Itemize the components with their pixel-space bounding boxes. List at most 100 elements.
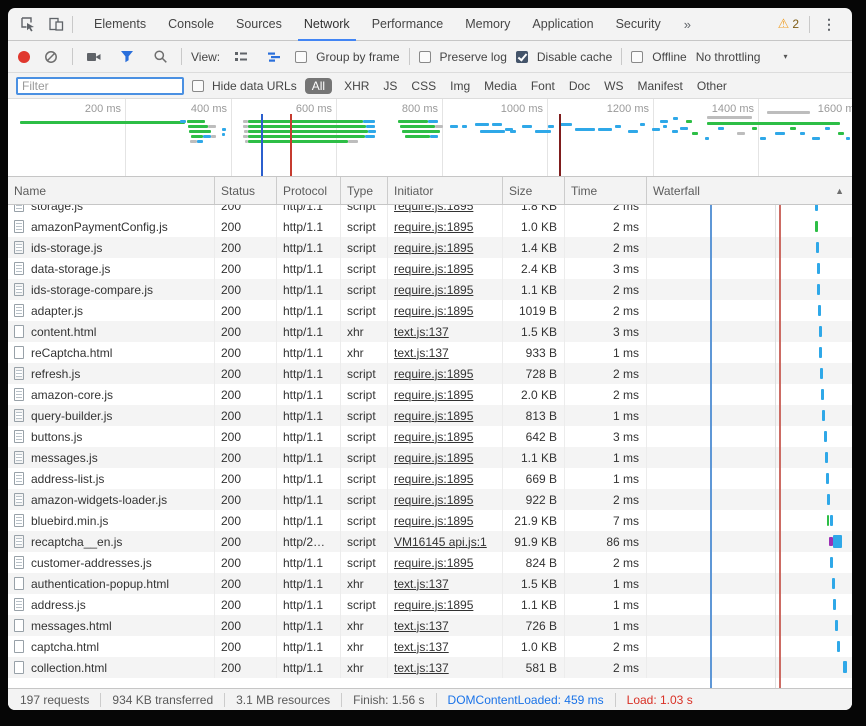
initiator-link[interactable]: require.js:1895 bbox=[394, 451, 473, 465]
initiator-link[interactable]: require.js:1895 bbox=[394, 367, 473, 381]
inspect-element-icon[interactable] bbox=[16, 13, 40, 35]
table-row[interactable]: amazonPaymentConfig.js200http/1.1scriptr… bbox=[8, 216, 852, 237]
table-row[interactable]: messages.html200http/1.1xhrtext.js:13772… bbox=[8, 615, 852, 636]
table-row[interactable]: data-storage.js200http/1.1scriptrequire.… bbox=[8, 258, 852, 279]
table-row[interactable]: ids-storage.js200http/1.1scriptrequire.j… bbox=[8, 237, 852, 258]
filter-type-media[interactable]: Media bbox=[484, 79, 517, 93]
filter-type-all[interactable]: All bbox=[305, 78, 332, 94]
group-by-frame-checkbox[interactable] bbox=[295, 51, 307, 63]
column-header-size[interactable]: Size bbox=[503, 177, 565, 204]
initiator-link[interactable]: text.js:137 bbox=[394, 325, 449, 339]
table-row[interactable]: recaptcha__en.js200http/2…scriptVM16145 … bbox=[8, 531, 852, 552]
filter-type-js[interactable]: JS bbox=[383, 79, 397, 93]
filter-type-css[interactable]: CSS bbox=[411, 79, 436, 93]
device-toolbar-icon[interactable] bbox=[44, 13, 68, 35]
tab-console[interactable]: Console bbox=[157, 8, 225, 40]
initiator-link[interactable]: require.js:1895 bbox=[394, 472, 473, 486]
initiator-link[interactable]: require.js:1895 bbox=[394, 220, 473, 234]
tab-sources[interactable]: Sources bbox=[225, 8, 293, 40]
table-row-partial[interactable] bbox=[8, 678, 852, 688]
initiator-link[interactable]: require.js:1895 bbox=[394, 514, 473, 528]
initiator-link[interactable]: require.js:1895 bbox=[394, 430, 473, 444]
filter-type-manifest[interactable]: Manifest bbox=[638, 79, 683, 93]
filter-type-other[interactable]: Other bbox=[697, 79, 727, 93]
tab-memory[interactable]: Memory bbox=[454, 8, 521, 40]
network-overview-strip[interactable]: 200 ms400 ms600 ms800 ms1000 ms1200 ms14… bbox=[8, 99, 852, 177]
capture-screenshots-icon[interactable] bbox=[82, 46, 106, 68]
show-overview-icon[interactable] bbox=[262, 46, 286, 68]
initiator-link[interactable]: require.js:1895 bbox=[394, 598, 473, 612]
table-row[interactable]: reCaptcha.html200http/1.1xhrtext.js:1379… bbox=[8, 342, 852, 363]
filter-type-doc[interactable]: Doc bbox=[569, 79, 590, 93]
table-row[interactable]: captcha.html200http/1.1xhrtext.js:1371.0… bbox=[8, 636, 852, 657]
initiator-link[interactable]: require.js:1895 bbox=[394, 283, 473, 297]
table-row[interactable]: address.js200http/1.1scriptrequire.js:18… bbox=[8, 594, 852, 615]
initiator-link[interactable]: require.js:1895 bbox=[394, 493, 473, 507]
record-network-log-button[interactable] bbox=[18, 51, 30, 63]
preserve-log-checkbox[interactable] bbox=[419, 51, 431, 63]
tab-application[interactable]: Application bbox=[521, 8, 604, 40]
cell-time: 2 ms bbox=[565, 279, 647, 300]
column-header-waterfall[interactable]: Waterfall▲ bbox=[647, 177, 852, 204]
column-header-name[interactable]: Name bbox=[8, 177, 215, 204]
tab-security[interactable]: Security bbox=[605, 8, 672, 40]
tab-network[interactable]: Network bbox=[293, 8, 361, 40]
initiator-link[interactable]: text.js:137 bbox=[394, 661, 449, 675]
table-row[interactable]: buttons.js200http/1.1scriptrequire.js:18… bbox=[8, 426, 852, 447]
tab-performance[interactable]: Performance bbox=[361, 8, 455, 40]
column-header-type[interactable]: Type bbox=[341, 177, 388, 204]
filter-type-ws[interactable]: WS bbox=[604, 79, 623, 93]
initiator-link[interactable]: text.js:137 bbox=[394, 577, 449, 591]
clear-network-log-button[interactable] bbox=[39, 46, 63, 68]
column-header-status[interactable]: Status bbox=[215, 177, 277, 204]
initiator-link[interactable]: require.js:1895 bbox=[394, 262, 473, 276]
filter-type-xhr[interactable]: XHR bbox=[344, 79, 369, 93]
column-header-initiator[interactable]: Initiator bbox=[388, 177, 503, 204]
initiator-link[interactable]: text.js:137 bbox=[394, 346, 449, 360]
tab-elements[interactable]: Elements bbox=[83, 8, 157, 40]
cell-time: 1 ms bbox=[565, 594, 647, 615]
initiator-link[interactable]: require.js:1895 bbox=[394, 304, 473, 318]
more-tabs-button[interactable]: » bbox=[676, 17, 699, 32]
devtools-menu-button[interactable]: ⋮ bbox=[814, 16, 844, 33]
table-row[interactable]: authentication-popup.html200http/1.1xhrt… bbox=[8, 573, 852, 594]
table-row[interactable]: collection.html200http/1.1xhrtext.js:137… bbox=[8, 657, 852, 678]
overview-activity-bar bbox=[660, 120, 668, 123]
filter-input[interactable] bbox=[16, 77, 184, 95]
cell-initiator: require.js:1895 bbox=[388, 594, 503, 615]
table-row[interactable]: bluebird.min.js200http/1.1scriptrequire.… bbox=[8, 510, 852, 531]
initiator-link[interactable]: require.js:1895 bbox=[394, 205, 473, 213]
initiator-link[interactable]: require.js:1895 bbox=[394, 409, 473, 423]
throttling-select[interactable]: No throttling bbox=[696, 50, 761, 64]
initiator-link[interactable]: text.js:137 bbox=[394, 619, 449, 633]
table-row[interactable]: amazon-core.js200http/1.1scriptrequire.j… bbox=[8, 384, 852, 405]
table-row[interactable]: address-list.js200http/1.1scriptrequire.… bbox=[8, 468, 852, 489]
chevron-down-icon[interactable]: ▾ bbox=[783, 52, 787, 61]
use-large-rows-icon[interactable] bbox=[229, 46, 253, 68]
filter-icon[interactable] bbox=[115, 46, 139, 68]
disable-cache-checkbox[interactable] bbox=[516, 51, 528, 63]
initiator-link[interactable]: require.js:1895 bbox=[394, 556, 473, 570]
table-row[interactable]: messages.js200http/1.1scriptrequire.js:1… bbox=[8, 447, 852, 468]
column-header-time[interactable]: Time bbox=[565, 177, 647, 204]
table-row[interactable]: customer-addresses.js200http/1.1scriptre… bbox=[8, 552, 852, 573]
filter-type-img[interactable]: Img bbox=[450, 79, 470, 93]
filter-type-font[interactable]: Font bbox=[531, 79, 555, 93]
console-warning-badge[interactable]: ⚠ 2 bbox=[772, 16, 805, 32]
table-row[interactable]: amazon-widgets-loader.js200http/1.1scrip… bbox=[8, 489, 852, 510]
table-row[interactable]: refresh.js200http/1.1scriptrequire.js:18… bbox=[8, 363, 852, 384]
initiator-link[interactable]: require.js:1895 bbox=[394, 241, 473, 255]
table-row[interactable]: storage.js200http/1.1scriptrequire.js:18… bbox=[8, 205, 852, 216]
column-header-protocol[interactable]: Protocol bbox=[277, 177, 341, 204]
table-row[interactable]: adapter.js200http/1.1scriptrequire.js:18… bbox=[8, 300, 852, 321]
search-icon[interactable] bbox=[148, 46, 172, 68]
cell-initiator: require.js:1895 bbox=[388, 426, 503, 447]
table-row[interactable]: ids-storage-compare.js200http/1.1scriptr… bbox=[8, 279, 852, 300]
initiator-link[interactable]: text.js:137 bbox=[394, 640, 449, 654]
offline-checkbox[interactable] bbox=[631, 51, 643, 63]
initiator-link[interactable]: VM16145 api.js:1 bbox=[394, 535, 487, 549]
hide-data-urls-checkbox[interactable] bbox=[192, 80, 204, 92]
initiator-link[interactable]: require.js:1895 bbox=[394, 388, 473, 402]
table-row[interactable]: query-builder.js200http/1.1scriptrequire… bbox=[8, 405, 852, 426]
table-row[interactable]: content.html200http/1.1xhrtext.js:1371.5… bbox=[8, 321, 852, 342]
